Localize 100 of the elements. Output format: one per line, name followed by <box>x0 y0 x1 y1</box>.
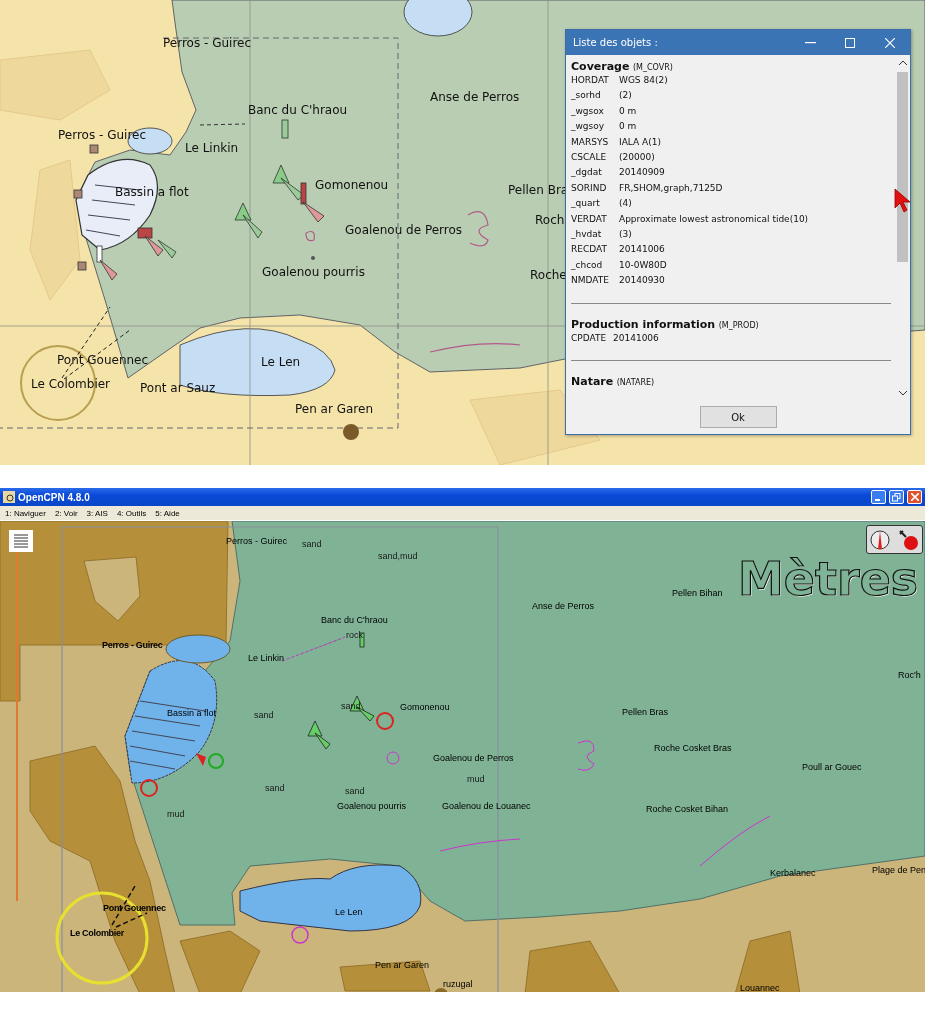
place-label: Banc du C'hraou <box>248 104 348 116</box>
building-icon <box>89 144 99 154</box>
attribute-name: _dgdat <box>571 166 603 180</box>
seabed-label: mud <box>167 810 185 819</box>
attribute-value: IALA A(1) <box>619 135 661 149</box>
menu-item[interactable]: 4: Outils <box>116 508 147 518</box>
seabed-label: rock <box>346 631 363 640</box>
scrollbar[interactable] <box>895 55 910 400</box>
compass-widget[interactable] <box>866 525 923 554</box>
rock-dot <box>311 256 315 260</box>
place-label: Anse de Perros <box>532 602 595 611</box>
beacon-icon <box>140 779 158 797</box>
restore-icon <box>892 492 901 502</box>
seabed-label: sand <box>302 540 322 549</box>
place-label: Gomonenou <box>400 703 450 712</box>
place-label: Pellen Bihan <box>672 589 723 598</box>
landmark-dot <box>343 424 359 440</box>
place-label: Goalenou de Louanec <box>442 802 531 811</box>
section-heading: Production information (M_PROD) <box>571 317 760 331</box>
place-label: Perros - Guirec <box>163 37 252 49</box>
close-icon <box>910 493 919 501</box>
place-label: Bassin a flot <box>167 709 217 718</box>
lake <box>403 0 473 37</box>
place-label: Kerbalanec <box>770 869 816 878</box>
place-label: Pont ar Sauz <box>140 382 216 394</box>
attribute-value: 20141006 <box>619 243 665 257</box>
place-label: Le Len <box>261 356 301 368</box>
attribute-value: (2) <box>619 89 632 103</box>
flag-icon <box>196 753 206 766</box>
close-icon <box>885 37 895 48</box>
attribute-name: _hvdat <box>571 228 603 242</box>
attribute-name: SORIND <box>571 181 608 195</box>
place-label: Goalenou pourris <box>262 266 365 278</box>
beacon-icon <box>137 227 177 259</box>
restore-button[interactable] <box>889 490 904 504</box>
danger-contour <box>699 815 771 867</box>
caution-icon <box>291 926 309 944</box>
place-label: ruzugal <box>443 980 473 989</box>
place-label: Pont Gouennec <box>103 904 166 913</box>
section-heading: Natare (NATARE) <box>571 375 656 389</box>
attribute-name: NMDATE <box>571 274 610 288</box>
close-button[interactable] <box>907 490 922 504</box>
chevron-up-icon[interactable] <box>898 59 907 65</box>
list-icon <box>12 533 30 549</box>
place-label: Goalenou pourris <box>337 802 407 811</box>
attribute-name: _chcod <box>571 258 604 272</box>
place-label: Pen ar Garen <box>295 403 374 415</box>
attribute-value: FR,SHOM,graph,7125D <box>619 181 723 195</box>
place-label: Le Colombier <box>70 929 124 938</box>
ok-button[interactable]: Ok <box>699 406 777 428</box>
place-label: Pen ar Garen <box>375 961 430 970</box>
attribute-value: 20141006 <box>613 331 659 345</box>
building-icon <box>77 261 87 271</box>
section-heading: Coverage (M_COVR) <box>571 60 674 73</box>
menu-item[interactable]: 3: AIS <box>86 508 108 518</box>
menu-item[interactable]: 1: Naviguer <box>5 508 46 518</box>
beacon-icon <box>96 245 118 281</box>
place-label: Roc'h <box>898 671 921 680</box>
place-label: Goalenou de Perros <box>433 754 514 763</box>
buoy-icon <box>307 720 331 750</box>
attribute-value: WGS 84(2) <box>619 74 668 87</box>
minimize-icon <box>804 41 816 44</box>
seabed-label: sand <box>345 787 365 796</box>
seabed-label: sand <box>254 711 274 720</box>
compass-icon <box>870 528 891 551</box>
minimize-button[interactable] <box>871 490 886 504</box>
place-label: Roche <box>530 269 567 281</box>
menu-item[interactable]: 5: Aide <box>155 508 180 518</box>
place-label: Gomonenou <box>315 179 389 191</box>
place-label: Poull ar Gouec <box>802 763 862 772</box>
attribute-value: 0 m <box>619 120 637 134</box>
attribute-value: (4) <box>619 197 632 211</box>
attribute-value: (3) <box>619 228 632 242</box>
attribute-value: 0 m <box>619 104 637 118</box>
place-label: Bassin a flot <box>115 186 189 198</box>
chart-legend-button[interactable] <box>9 530 33 552</box>
place-label: Roche Cosket Bras <box>654 744 732 753</box>
attribute-name: HORDAT <box>571 74 610 87</box>
place-label: Louannec <box>740 984 780 992</box>
attribute-value: Approximate lowest astronomical tide(10) <box>619 212 809 226</box>
attribute-name: VERDAT <box>571 212 608 226</box>
danger-contour <box>386 751 400 765</box>
maximize-icon <box>845 37 855 48</box>
place-label: Le Len <box>335 908 363 917</box>
place-label: Le Colombier <box>31 378 111 390</box>
place-label: Banc du C'hraou <box>321 616 388 625</box>
place-label: Perros - Guirec <box>58 129 147 141</box>
menu-item[interactable]: 2: Voir <box>54 508 78 518</box>
place-label: Pellen Bras <box>622 708 669 717</box>
attribute-value: (20000) <box>619 151 655 165</box>
place-label: Goalenou de Perros <box>345 224 463 236</box>
beacon-icon <box>376 712 394 730</box>
attribute-name: _sorhd <box>571 89 602 103</box>
lake <box>165 634 231 664</box>
place-label: Le Linkin <box>248 654 285 663</box>
seabed-label: sand,mud <box>378 552 418 561</box>
dialog-title: Liste des objets : <box>573 37 659 48</box>
scrollbar-thumb[interactable] <box>897 72 908 262</box>
place-label: Anse de Perros <box>430 91 520 103</box>
chevron-down-icon[interactable] <box>898 390 907 396</box>
